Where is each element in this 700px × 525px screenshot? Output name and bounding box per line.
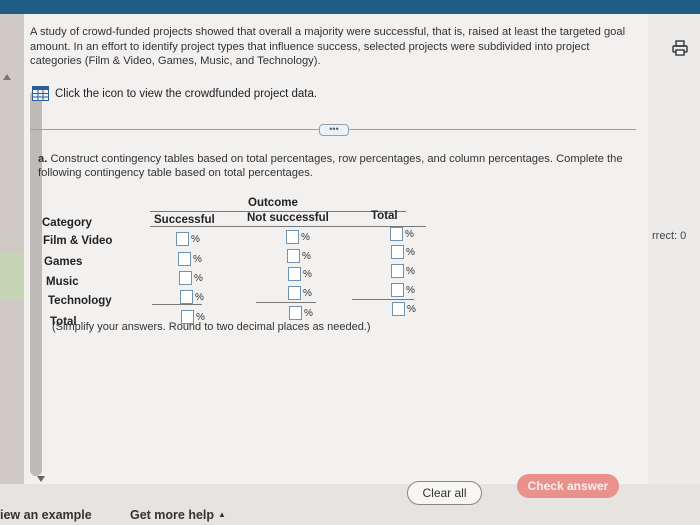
percent-sign: % [194,273,203,284]
input-music-not-successful[interactable] [288,267,301,281]
caret-up-icon: ▲ [218,510,226,519]
percent-sign: % [195,292,204,303]
percent-sign: % [406,285,415,296]
check-answer-button[interactable]: Check answer [517,474,619,498]
input-music-total[interactable] [391,264,404,278]
input-film-not-successful[interactable] [286,230,299,244]
get-more-help-link[interactable]: Get more help ▲ [130,508,226,522]
category-header: Category [42,217,92,229]
input-games-successful[interactable] [178,252,191,266]
percent-sign: % [405,229,414,240]
total-rule-2 [256,302,316,303]
question-intro: A study of crowd-funded projects showed … [30,26,626,68]
scroll-down-arrow-icon[interactable] [37,476,45,482]
row-label-music: Music [46,276,79,288]
input-technology-total[interactable] [391,283,404,297]
scrollbar[interactable] [30,90,42,476]
percent-sign: % [191,234,200,245]
row-label-technology: Technology [48,295,112,307]
col-header-not-successful: Not successful [247,212,329,224]
header-underline [150,226,426,227]
part-a-text: Construct contingency tables based on to… [38,153,623,180]
left-strip [0,14,24,484]
percent-sign: % [303,269,312,280]
scroll-up-arrow-icon[interactable] [3,74,11,80]
input-film-total[interactable] [390,227,403,241]
input-film-successful[interactable] [176,232,189,246]
left-highlight [0,254,24,300]
input-technology-successful[interactable] [180,290,193,304]
input-total-total[interactable] [392,302,405,316]
percent-sign: % [304,308,313,319]
col-header-successful: Successful [154,214,215,226]
part-a-label: a. [38,153,48,165]
side-panel [648,14,700,484]
percent-sign: % [193,254,202,265]
percent-sign: % [303,288,312,299]
score-label: rrect: 0 [652,230,687,242]
print-icon[interactable] [672,40,688,56]
row-label-film-video: Film & Video [43,235,113,247]
data-link[interactable]: Click the icon to view the crowdfunded p… [32,86,317,101]
rounding-hint: (Simplify your answers. Round to two dec… [52,321,371,333]
top-bar [0,0,700,14]
input-music-successful[interactable] [179,271,192,285]
clear-all-button[interactable]: Clear all [407,481,482,505]
view-example-link[interactable]: iew an example [0,508,92,522]
total-rule-3 [352,299,414,300]
data-link-label[interactable]: Click the icon to view the crowdfunded p… [55,88,317,100]
data-table-icon[interactable] [32,86,49,101]
percent-sign: % [406,266,415,277]
outcome-header: Outcome [248,197,298,209]
question-panel [24,14,648,484]
get-more-help-label[interactable]: Get more help [130,508,214,522]
expand-button[interactable]: ••• [319,124,349,136]
input-total-not-successful[interactable] [289,306,302,320]
input-games-total[interactable] [391,245,404,259]
percent-sign: % [407,304,416,315]
input-technology-not-successful[interactable] [288,286,301,300]
part-a-instruction: a. Construct contingency tables based on… [38,152,638,180]
percent-sign: % [301,232,310,243]
total-rule-1 [152,304,202,305]
percent-sign: % [406,247,415,258]
row-label-games: Games [44,256,83,268]
percent-sign: % [302,251,311,262]
input-games-not-successful[interactable] [287,249,300,263]
col-header-total: Total [371,210,398,222]
